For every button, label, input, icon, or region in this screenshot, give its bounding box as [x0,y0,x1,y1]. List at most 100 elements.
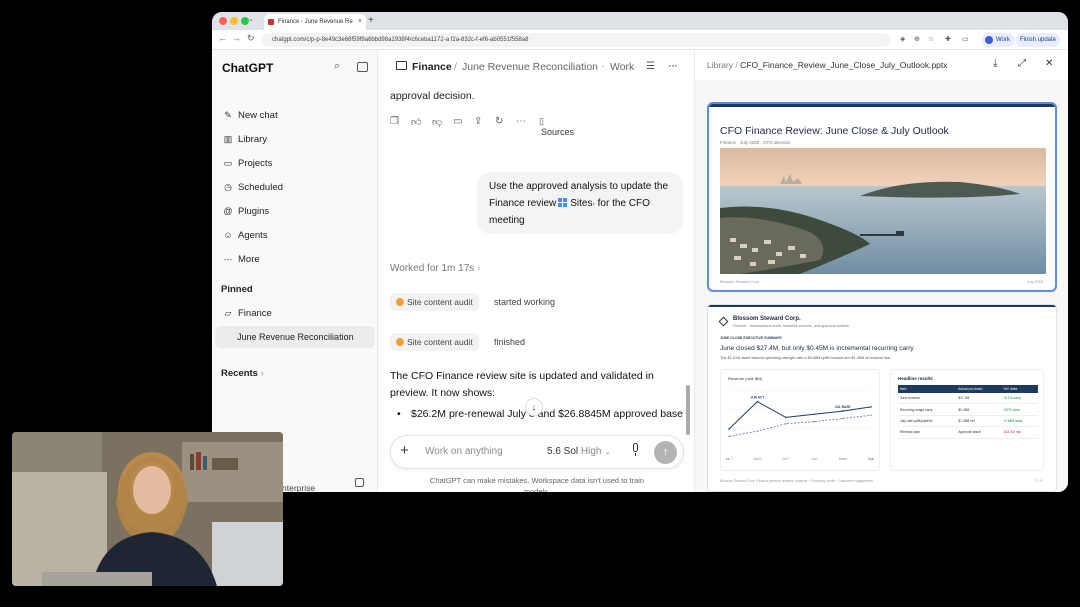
zoom-icon[interactable]: ⊕ [914,35,920,43]
share-icon[interactable]: ⇪ [474,116,482,127]
close-icon[interactable]: ✕ [1045,58,1053,69]
chart-x-tick-label: Jun E [753,457,761,461]
copy-icon[interactable]: ❐ [390,116,399,127]
chevron-right-icon: › [477,263,481,274]
coastal-city-illustration [720,148,1046,274]
slide-title: CFO Finance Review: June Close & July Ou… [720,125,949,137]
chart-point [870,414,872,417]
sources-button[interactable]: ▯ Sources [539,116,574,138]
table-cell: $27.4M [956,393,1002,405]
slide-kicker: JUNE CLOSE EXECUTIVE SUMMARY [720,336,783,340]
sidebar-item-projects[interactable]: ▭ Projects [222,155,273,171]
sidebar-item-label: Agents [238,230,268,241]
recents-heading[interactable]: Recents › [221,368,264,379]
slide-footer-left: Blossom Steward Corp. [720,280,760,284]
sidebar-toggle-icon[interactable] [357,62,368,72]
worked-for-toggle[interactable]: Worked for 1m 17s › [390,263,480,274]
add-attachment-icon[interactable]: + [400,442,409,459]
sidebar-item-new-chat[interactable]: ✎ New chat [222,107,277,123]
sidebar-item-more[interactable]: ⋯ More [222,251,260,267]
mode-label[interactable]: Work [610,61,634,73]
new-tab-button[interactable]: + [368,14,374,28]
breadcrumb-dot: · [601,61,605,72]
tool-event-chip[interactable]: Site content audit [390,333,479,351]
search-icon[interactable]: ⌕ [334,60,340,73]
breadcrumb-conversation[interactable]: June Revenue Reconciliation [462,61,598,73]
table-cell: +0.68M adds [1001,415,1038,428]
table-cell: $0.45M [956,403,1002,416]
worked-for-label: Worked for 1m 17s [390,263,475,274]
sites-chip[interactable]: Sites [570,198,592,209]
close-tab-icon[interactable]: × [358,14,362,30]
close-window-button[interactable] [219,17,227,25]
url-field[interactable]: chatgpt.com/c/p-p-8e49c3e68f59f9a6bbd98a… [262,33,890,47]
breadcrumb-project[interactable]: Finance [412,61,452,73]
sites-icon [558,197,568,207]
regenerate-icon[interactable]: ↻ [495,116,503,127]
table-row: Renewal plan Approval watch -$11.4M risk [898,426,1038,439]
headline-results-table: Headline results Item Actual (vs close) … [890,369,1044,471]
finish-update-button[interactable]: Finish update [1016,33,1061,47]
workspace-icon[interactable] [355,478,364,487]
tab-list-chevron-icon[interactable]: ⌄ [248,15,254,23]
chart-point [813,420,815,423]
chevron-right-icon: › [260,368,264,379]
prompt-input[interactable] [425,446,545,457]
more-options-icon[interactable]: ··· [668,58,678,72]
microphone-capsule [633,443,638,452]
extension-icon[interactable]: ◈ [900,35,905,43]
slide-thumbnail-2[interactable]: Blossom Steward Corp. Finance · Assumpti… [707,304,1057,492]
sidebar-item-agents[interactable]: ☺ Agents [222,227,268,243]
tool-event-chip[interactable]: Site content audit [390,293,479,311]
favicon-icon [268,19,274,25]
thumbs-down-icon[interactable]: 👎︎ [432,116,442,128]
open-folder-icon: ▱ [224,308,232,318]
tool-status-icon [396,298,404,306]
preview-breadcrumb: Library / CFO_Finance_Review_June_Close_… [707,60,948,70]
clock-icon: ◷ [224,182,232,192]
slide-list[interactable]: CFO Finance Review: June Close & July Ou… [695,80,1068,492]
folder-icon: ▭ [223,158,233,168]
tab-title: Finance - June Revenue Re [278,19,353,25]
chart-title: Revenue (unit: $M) [728,376,763,381]
sidebar-item-june-revenue-reconciliation[interactable]: June Revenue Reconciliation [215,326,375,348]
bookmark-star-icon[interactable]: ☆ [928,35,934,43]
table-cell: Recurring usage carry [898,403,957,416]
file-name: CFO_Finance_Review_June_Close_July_Outlo… [740,60,948,70]
send-button[interactable]: ↑ [654,441,677,464]
disclaimer: ChatGPT can make mistakes. Workspace dat… [429,476,645,492]
slide-thumbnail-1[interactable]: CFO Finance Review: June Close & July Ou… [707,102,1057,292]
chart-point [841,410,844,412]
expand-icon[interactable]: ⤢ [1018,58,1026,69]
sidebar-item-finance-project[interactable]: ▱ Finance [222,305,272,321]
chat-scrollbar[interactable] [686,385,690,435]
library-link[interactable]: Library [707,60,733,70]
sidebar-item-library[interactable]: ▥ Library [222,131,267,147]
url-text: chatgpt.com/c/p-p-8e49c3e68f59f9a6bbd98a… [272,37,529,43]
tool-status-text: started working [494,297,556,307]
plan-label: nterprise [282,483,316,492]
profile-button[interactable]: Work [982,33,1015,47]
extensions-puzzle-icon[interactable]: ✚ [945,35,951,43]
plugin-icon: @ [223,206,233,216]
microphone-icon[interactable] [631,443,640,457]
forward-icon[interactable]: → [232,33,241,43]
minimize-window-button[interactable] [230,17,238,25]
reload-icon[interactable]: ↻ [247,33,255,44]
model-selector[interactable]: 5.6 Sol High ⌄ [547,446,611,457]
sidebar-panel-icon[interactable]: ▭ [962,35,969,43]
sidebar-item-scheduled[interactable]: ◷ Scheduled [222,179,283,195]
download-icon[interactable]: ⤓ [993,58,997,69]
back-icon[interactable]: ← [218,33,227,43]
more-actions-icon[interactable]: ⋯ [516,116,526,127]
thumbs-up-icon[interactable]: 👍︎ [411,116,421,128]
library-icon: ▥ [223,134,233,144]
chart-x-tick-label: Jul T [782,457,789,461]
task-list-icon[interactable]: ☰ [646,61,655,72]
browser-tab[interactable]: Finance - June Revenue Re × [264,14,366,30]
scroll-to-bottom-icon[interactable]: ↓ [525,398,543,416]
slide-top-bar [708,305,1056,307]
save-to-folder-icon[interactable]: ▭ [453,116,462,127]
sidebar-item-plugins[interactable]: @ Plugins [222,203,269,219]
brand-title[interactable]: ChatGPT [222,61,273,75]
